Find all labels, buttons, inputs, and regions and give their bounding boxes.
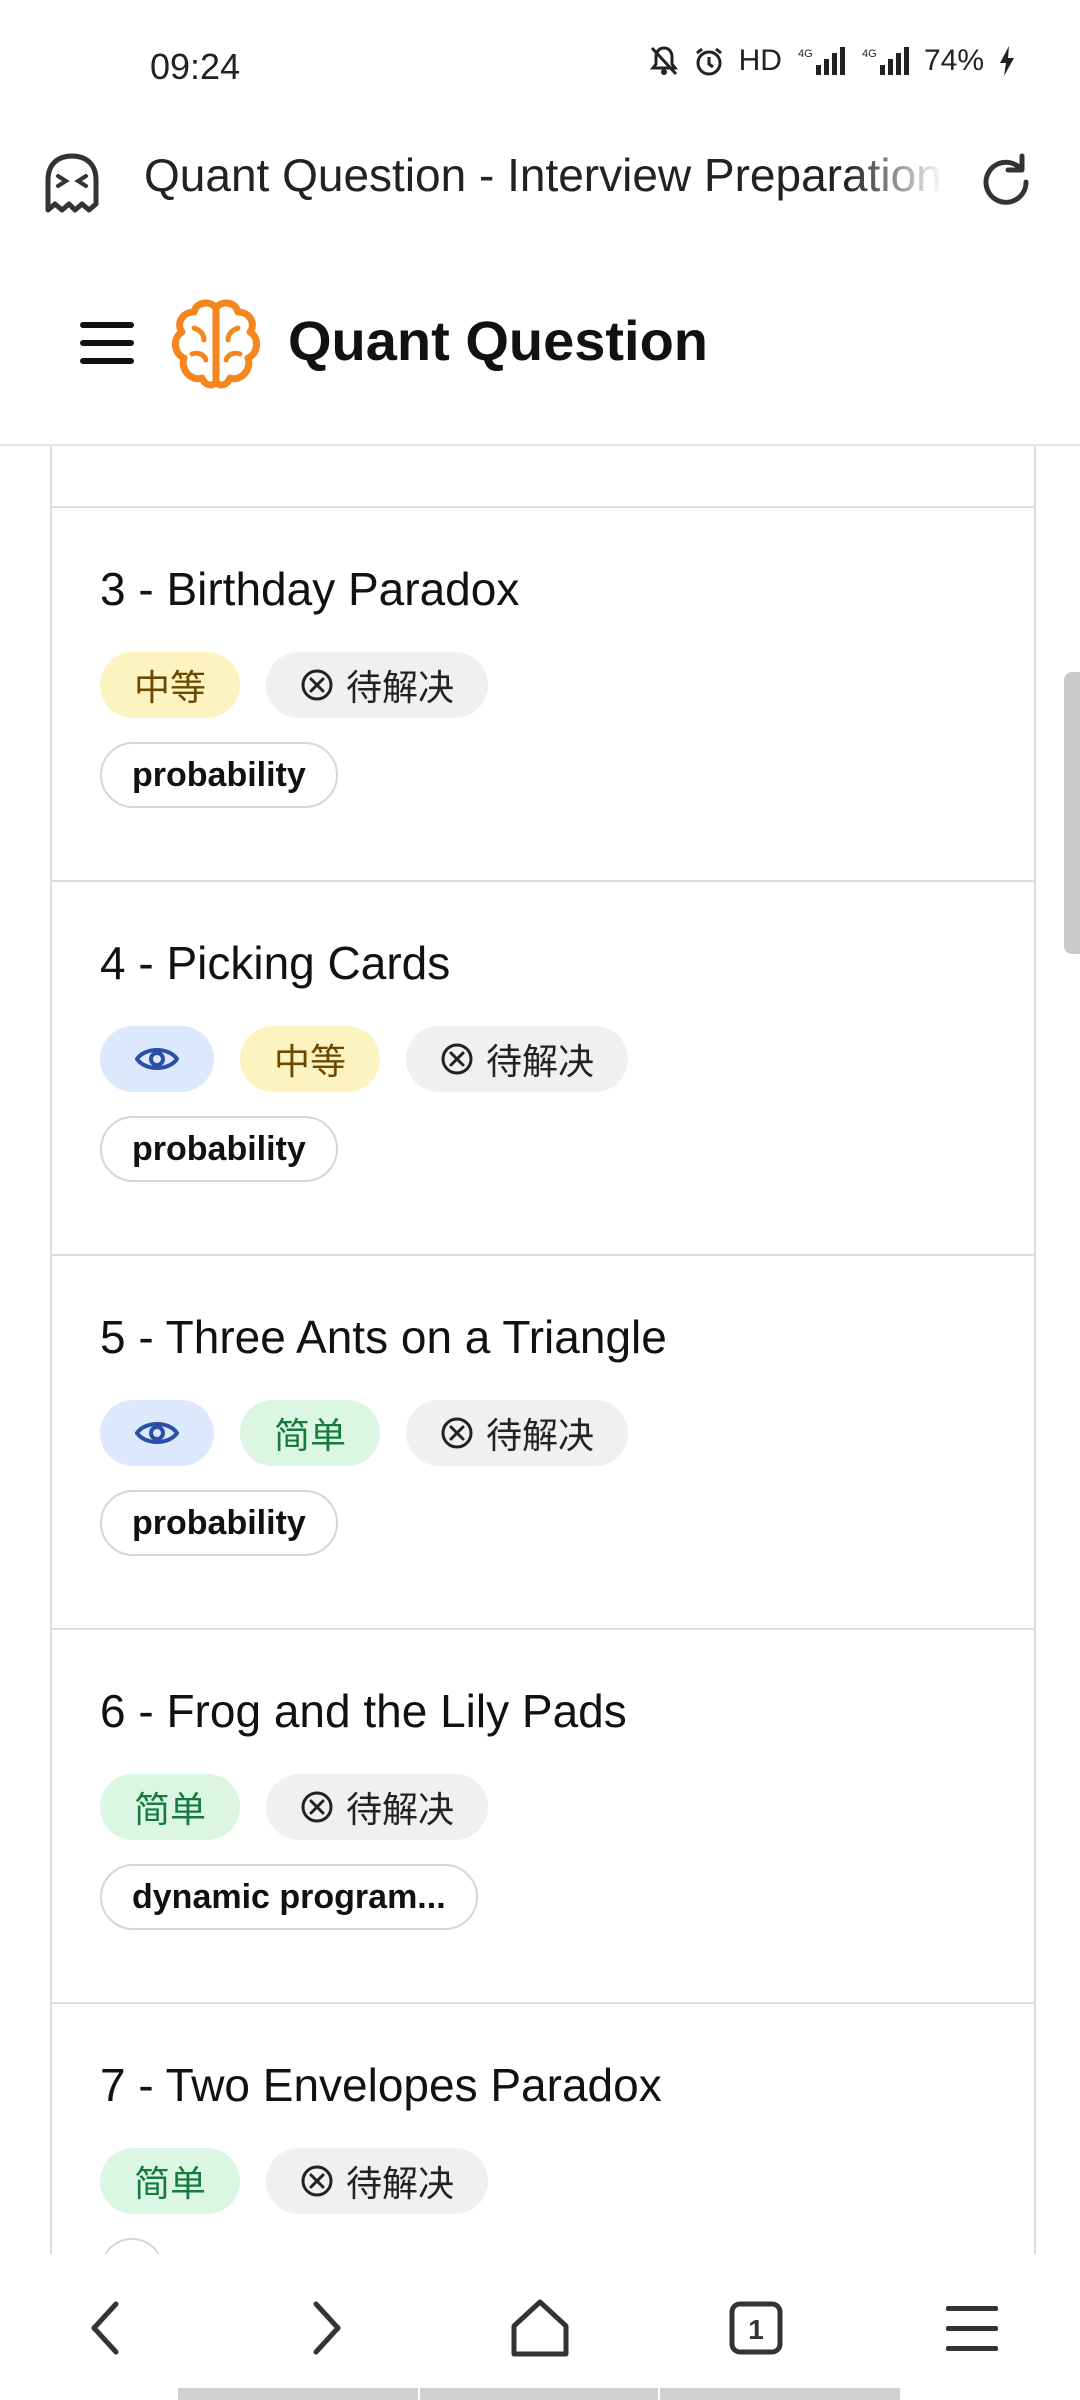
alarm-icon	[693, 45, 725, 77]
difficulty-badge: 中等	[240, 1026, 381, 1092]
viewed-eye-icon	[100, 1400, 214, 1466]
svg-text:4G: 4G	[798, 48, 813, 60]
topic-tag[interactable]: dynamic program...	[100, 1864, 478, 1930]
charging-icon	[998, 45, 1016, 77]
status-label: 待解决	[486, 1415, 595, 1456]
topic-tag[interactable]: probability	[100, 1490, 338, 1556]
gesture-bar-segment	[178, 2388, 418, 2400]
question-title[interactable]: 5 - Three Ants on a Triangle	[100, 1310, 667, 1364]
status-label: 待解决	[346, 2163, 455, 2204]
status-icons: HD 4G 4G 74%	[649, 44, 1016, 78]
home-icon[interactable]	[508, 2296, 572, 2360]
browser-menu-icon[interactable]	[940, 2296, 1004, 2360]
hd-label: HD	[738, 44, 782, 77]
status-label: 待解决	[346, 1789, 455, 1830]
viewed-eye-icon	[100, 1026, 214, 1092]
mute-bell-icon	[649, 45, 679, 77]
question-card[interactable]: 5 - Three Ants on a Triangle 简单 待解决 probabi…	[52, 1254, 1034, 1630]
battery-label: 74%	[923, 44, 984, 77]
question-card[interactable]: 6 - Frog and the Lily Pads 简单 待解决 dynamic p…	[52, 1628, 1034, 2004]
question-title[interactable]: 6 - Frog and the Lily Pads	[100, 1684, 627, 1738]
question-list: 3 - Birthday Paradox 中等 待解决 probability 4 - …	[50, 446, 1036, 2254]
signal-4g-icon: 4G	[796, 45, 846, 77]
site-brand-title[interactable]: Quant Question	[288, 308, 708, 373]
gesture-bar-segment	[660, 2388, 900, 2400]
status-badge: 待解决	[406, 1026, 629, 1092]
tag-row: 中等 待解决	[100, 1026, 629, 1092]
status-time: 09:24	[150, 46, 241, 87]
reload-icon[interactable]	[974, 150, 1038, 214]
status-badge: 待解决	[266, 2148, 489, 2214]
brain-logo-icon[interactable]	[170, 298, 262, 392]
gesture-bar-segment	[420, 2388, 658, 2400]
svg-text:4G: 4G	[862, 48, 877, 60]
tag-row: 简单 待解决	[100, 1774, 489, 1840]
tag-row: 中等 待解决	[100, 652, 489, 718]
question-card[interactable]: 3 - Birthday Paradox 中等 待解决 probability	[52, 506, 1034, 882]
difficulty-badge: 简单	[240, 1400, 381, 1466]
close-circle-icon	[300, 2164, 334, 2198]
question-card[interactable]: 4 - Picking Cards 中等 待解决 probability	[52, 880, 1034, 1256]
tab-count: 1	[748, 2314, 764, 2345]
close-circle-icon	[440, 1416, 474, 1450]
difficulty-badge: 简单	[100, 1774, 241, 1840]
status-badge: 待解决	[266, 652, 489, 718]
difficulty-badge: 中等	[100, 652, 241, 718]
status-badge: 待解决	[406, 1400, 629, 1466]
question-card[interactable]	[52, 446, 1034, 508]
status-bar: 09:24 HD 4G 4G 74%	[0, 0, 1080, 120]
topic-tag[interactable]: probability	[100, 1116, 338, 1182]
tag-row: 简单 待解决	[100, 2148, 489, 2214]
hamburger-menu-icon[interactable]	[78, 318, 136, 368]
site-favicon-icon[interactable]	[40, 150, 104, 214]
question-title[interactable]: 4 - Picking Cards	[100, 936, 450, 990]
topic-tag[interactable]	[100, 2238, 164, 2254]
topic-tag[interactable]: probability	[100, 742, 338, 808]
scrollbar-thumb[interactable]	[1064, 672, 1080, 954]
close-circle-icon	[300, 1790, 334, 1824]
question-title[interactable]: 7 - Two Envelopes Paradox	[100, 2058, 662, 2112]
close-circle-icon	[440, 1042, 474, 1076]
forward-icon[interactable]	[292, 2296, 356, 2360]
status-label: 待解决	[346, 667, 455, 708]
signal-4g-2-icon: 4G	[860, 45, 910, 77]
status-label: 待解决	[486, 1041, 595, 1082]
tag-row: 简单 待解决	[100, 1400, 629, 1466]
status-badge: 待解决	[266, 1774, 489, 1840]
browser-page-title[interactable]: Quant Question - Interview Preparation	[144, 148, 944, 202]
question-card[interactable]: 7 - Two Envelopes Paradox 简单 待解决	[52, 2002, 1034, 2254]
tabs-button[interactable]: 1	[724, 2296, 788, 2360]
close-circle-icon	[300, 668, 334, 702]
question-title[interactable]: 3 - Birthday Paradox	[100, 562, 519, 616]
back-icon[interactable]	[76, 2296, 140, 2360]
difficulty-badge: 简单	[100, 2148, 241, 2214]
